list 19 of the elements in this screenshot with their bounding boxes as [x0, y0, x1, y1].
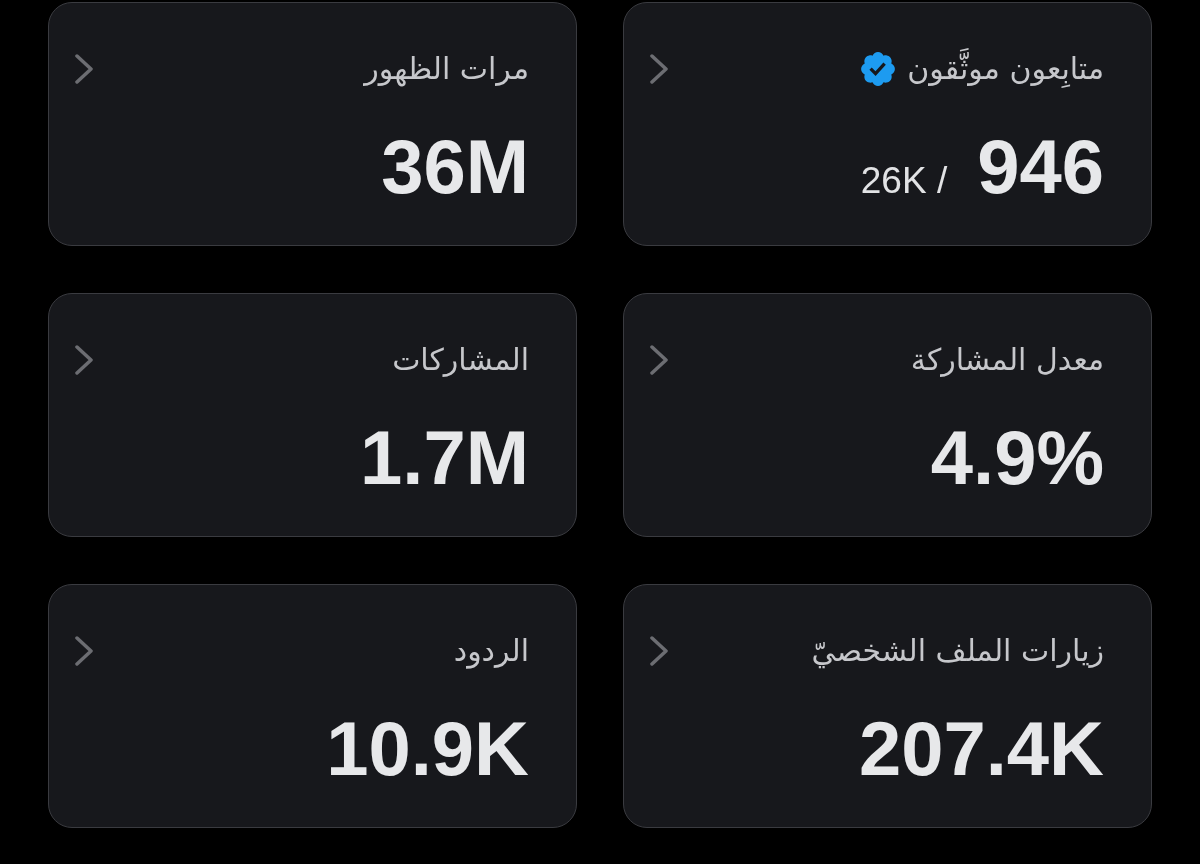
stat-label: مرات الظهور [364, 50, 529, 89]
chevron-right-icon [75, 54, 93, 84]
stat-value: 207.4K [858, 711, 1104, 787]
stat-value: 946 [977, 129, 1104, 205]
stat-label: الردود [453, 632, 529, 671]
stat-label: متابِعون موثَّقون [907, 49, 1104, 89]
stat-value: 36M [381, 129, 529, 205]
chevron-right-icon [650, 636, 668, 666]
chevron-right-icon [75, 345, 93, 375]
stat-value: 4.9% [930, 420, 1104, 496]
stat-value: 10.9K [326, 711, 529, 787]
chevron-right-icon [650, 345, 668, 375]
chevron-right-icon [75, 636, 93, 666]
stat-label: زيارات الملف الشخصيّ [811, 632, 1104, 671]
chevron-right-icon [650, 54, 668, 84]
stat-value: 1.7M [360, 420, 529, 496]
stat-total: 26K / [860, 162, 948, 199]
stat-label: المشاركات [392, 341, 529, 379]
stat-label: معدل المشاركة [910, 341, 1104, 379]
